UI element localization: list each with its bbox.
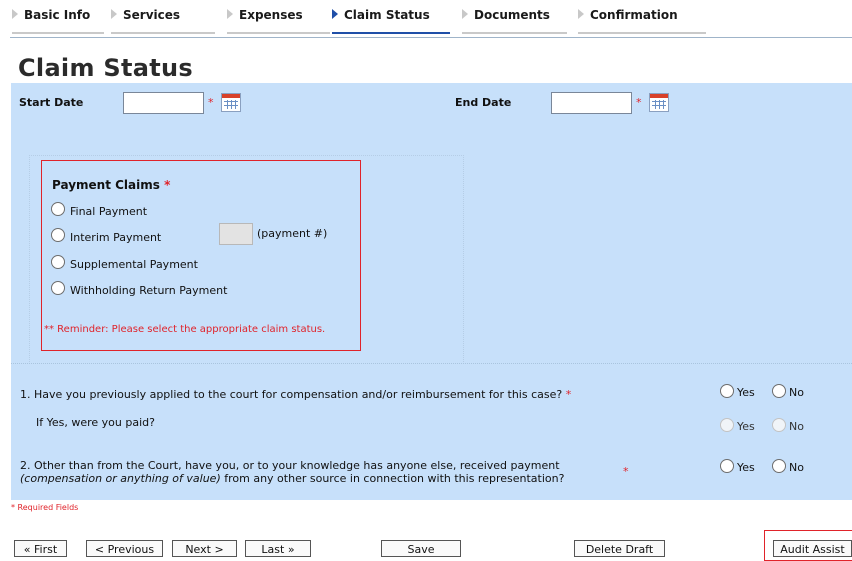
question-1-yes-label: Yes — [737, 386, 755, 399]
next-button[interactable]: Next > — [172, 540, 237, 557]
tab-expenses[interactable]: Expenses — [227, 8, 330, 34]
tabs-divider — [10, 37, 852, 38]
final-payment-label: Final Payment — [70, 205, 148, 218]
start-date-input[interactable] — [123, 92, 204, 114]
question-2-rest-text: from any other source in connection with… — [220, 472, 565, 485]
tab-label: Services — [123, 8, 181, 22]
question-2-italic-text: (compensation or anything of value) — [20, 472, 221, 485]
chevron-right-icon — [227, 9, 233, 19]
previous-button[interactable]: < Previous — [86, 540, 163, 557]
end-date-required-mark: * — [636, 96, 642, 109]
required-fields-note: * Required Fields — [11, 503, 79, 512]
audit-assist-button[interactable]: Audit Assist — [773, 540, 852, 557]
chevron-right-icon — [111, 9, 117, 19]
question-2-yes-label: Yes — [737, 461, 755, 474]
question-2-yes-radio[interactable] — [720, 459, 734, 473]
question-1-paid-yes-radio[interactable] — [720, 418, 734, 432]
start-date-label: Start Date — [19, 96, 84, 109]
chevron-right-icon — [332, 9, 338, 19]
supplemental-payment-radio[interactable] — [51, 255, 65, 269]
question-1-text: 1. Have you previously applied to the co… — [20, 388, 571, 401]
question-2-line-1: 2. Other than from the Court, have you, … — [20, 459, 560, 472]
end-date-label: End Date — [455, 96, 512, 109]
tab-label: Claim Status — [344, 8, 430, 22]
delete-draft-button[interactable]: Delete Draft — [574, 540, 665, 557]
question-1-no-label: No — [789, 386, 804, 399]
payment-number-hint: (payment #) — [257, 227, 328, 240]
question-1-label: 1. Have you previously applied to the co… — [20, 388, 563, 401]
withholding-return-payment-radio[interactable] — [51, 281, 65, 295]
question-1-paid-no-radio[interactable] — [772, 418, 786, 432]
tab-services[interactable]: Services — [111, 8, 215, 34]
payment-claims-label: Payment Claims * — [52, 178, 170, 192]
question-2-no-radio[interactable] — [772, 459, 786, 473]
tab-claim-status[interactable]: Claim Status — [332, 8, 450, 34]
question-1-sub-text: If Yes, were you paid? — [36, 416, 155, 429]
interim-payment-radio[interactable] — [51, 228, 65, 242]
question-2-required-mark: * — [623, 465, 629, 478]
question-1-paid-yes-label: Yes — [737, 420, 755, 433]
chevron-right-icon — [462, 9, 468, 19]
payment-claims-required-mark: * — [164, 178, 171, 192]
save-button[interactable]: Save — [381, 540, 461, 557]
chevron-right-icon — [578, 9, 584, 19]
withholding-return-payment-label: Withholding Return Payment — [70, 284, 228, 297]
question-1-required-mark: * — [565, 388, 572, 401]
payment-number-input[interactable] — [219, 223, 253, 245]
tab-label: Basic Info — [24, 8, 91, 22]
tab-basic-info[interactable]: Basic Info — [12, 8, 104, 34]
reminder-text: ** Reminder: Please select the appropria… — [44, 324, 326, 335]
calendar-icon[interactable] — [221, 93, 241, 112]
start-date-required-mark: * — [208, 96, 214, 109]
section-divider — [11, 363, 852, 364]
tab-label: Documents — [474, 8, 550, 22]
question-1-yes-radio[interactable] — [720, 384, 734, 398]
first-button[interactable]: « First — [14, 540, 67, 557]
interim-payment-label: Interim Payment — [70, 231, 162, 244]
question-2-no-label: No — [789, 461, 804, 474]
last-button[interactable]: Last » — [245, 540, 311, 557]
tab-confirmation[interactable]: Confirmation — [578, 8, 706, 34]
page-title: Claim Status — [18, 54, 194, 82]
question-1-no-radio[interactable] — [772, 384, 786, 398]
wizard-tabs: Basic Info Services Expenses Claim Statu… — [0, 0, 852, 34]
supplemental-payment-label: Supplemental Payment — [70, 258, 198, 271]
tab-label: Confirmation — [590, 8, 678, 22]
tab-documents[interactable]: Documents — [462, 8, 567, 34]
final-payment-radio[interactable] — [51, 202, 65, 216]
calendar-icon[interactable] — [649, 93, 669, 112]
question-2-line-2: (compensation or anything of value) from… — [20, 472, 564, 485]
chevron-right-icon — [12, 9, 18, 19]
payment-claims-title: Payment Claims — [52, 178, 160, 192]
end-date-input[interactable] — [551, 92, 632, 114]
tab-label: Expenses — [239, 8, 303, 22]
question-1-paid-no-label: No — [789, 420, 804, 433]
